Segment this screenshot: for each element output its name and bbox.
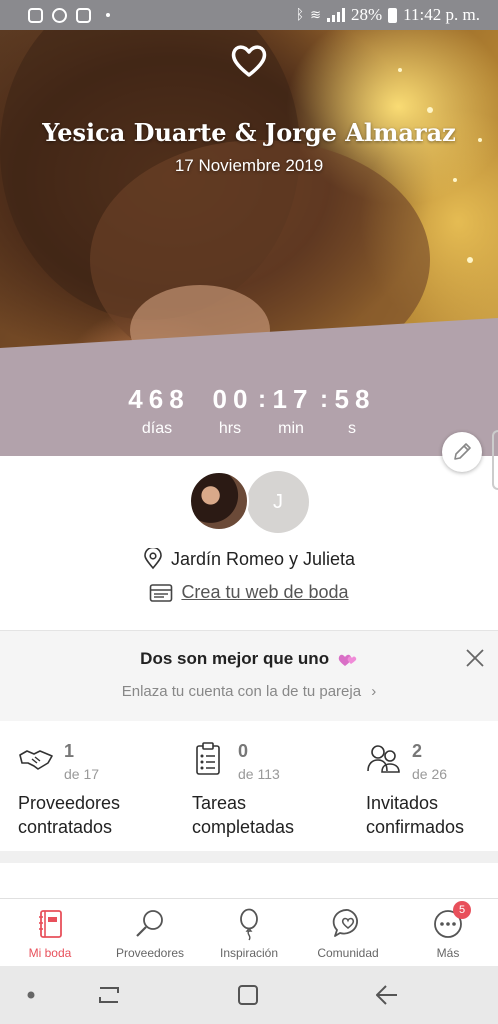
countdown-separator: : bbox=[258, 386, 266, 413]
signal-icon bbox=[327, 8, 345, 22]
stat-label: Invitados confirmados bbox=[366, 793, 465, 837]
countdown: 468 00 : 17 : 58 días hrs min s bbox=[0, 384, 498, 444]
nav-label: Inspiración bbox=[219, 946, 279, 960]
countdown-hours: 00 bbox=[212, 384, 254, 414]
stat-total: de 17 bbox=[64, 766, 100, 782]
stat-vendors[interactable]: 1 de 17 Proveedores contratados bbox=[18, 721, 184, 851]
nav-label: Comunidad bbox=[317, 946, 379, 960]
progress-summary: 1 de 17 Proveedores contratados 0 de 113… bbox=[0, 721, 498, 851]
stat-count: 2 bbox=[412, 741, 423, 761]
venue-row[interactable]: Jardín Romeo y Julieta bbox=[0, 548, 498, 570]
chat-heart-icon bbox=[332, 909, 358, 937]
countdown-seconds-label: s bbox=[348, 420, 356, 437]
status-bar: ᛒ ≋ 28% 11:42 p. m. bbox=[0, 0, 498, 30]
heart-icon bbox=[231, 45, 267, 77]
wedding-website-link[interactable]: Crea tu web de boda bbox=[0, 582, 498, 603]
notebook-icon bbox=[39, 910, 62, 938]
partner-card-title: Dos son mejor que uno bbox=[0, 649, 498, 669]
guests-icon bbox=[367, 745, 400, 773]
recent-apps-icon[interactable] bbox=[96, 984, 122, 1006]
dot-icon[interactable] bbox=[26, 990, 36, 1000]
scrollbar[interactable] bbox=[492, 430, 498, 490]
nav-item-proveedores[interactable]: Proveedores bbox=[100, 899, 200, 967]
countdown-hours-label: hrs bbox=[218, 420, 242, 437]
chevron-right-icon: › bbox=[371, 683, 377, 700]
pencil-icon bbox=[454, 443, 471, 460]
countdown-days: 468 bbox=[128, 384, 190, 414]
nav-item-inspiracion[interactable]: Inspiración bbox=[199, 899, 299, 967]
avatar[interactable] bbox=[189, 471, 249, 531]
battery-icon bbox=[388, 7, 398, 23]
stat-tasks[interactable]: 0 de 113 Tareas completadas bbox=[192, 721, 358, 851]
close-icon[interactable] bbox=[464, 647, 486, 669]
balloon-icon bbox=[240, 908, 258, 941]
stat-count: 1 bbox=[64, 741, 75, 761]
bottom-nav: Mi boda Proveedores Inspiración Comunida… bbox=[0, 898, 498, 966]
notification-badge: 5 bbox=[453, 901, 471, 919]
stat-total: de 113 bbox=[238, 766, 280, 782]
stat-total: de 26 bbox=[412, 766, 448, 782]
stat-guests[interactable]: 2 de 26 Invitados confirmados bbox=[366, 721, 498, 851]
stat-count: 0 bbox=[238, 741, 249, 761]
instagram-icon bbox=[76, 7, 91, 23]
venue-name: Jardín Romeo y Julieta bbox=[170, 548, 356, 569]
clock: 11:42 p. m. bbox=[403, 5, 480, 24]
partner-link-card[interactable]: Dos son mejor que uno Enlaza tu cuenta c… bbox=[0, 631, 498, 721]
nav-label: Proveedores bbox=[115, 946, 185, 960]
nav-item-mas[interactable]: 5 Más bbox=[398, 899, 498, 967]
stat-label: Tareas completadas bbox=[192, 793, 295, 837]
partner-avatar[interactable]: J bbox=[247, 471, 309, 533]
nav-item-mi-boda[interactable]: Mi boda bbox=[0, 899, 100, 967]
countdown-minutes-label: min bbox=[278, 420, 304, 437]
back-icon[interactable] bbox=[374, 983, 400, 1007]
clipboard-icon bbox=[196, 742, 220, 775]
pinterest-icon bbox=[52, 7, 67, 23]
edit-button[interactable] bbox=[442, 432, 482, 472]
instagram-icon bbox=[28, 7, 43, 23]
web-link-label[interactable]: Crea tu web de boda bbox=[181, 582, 348, 603]
system-nav-bar bbox=[0, 966, 498, 1024]
handshake-icon bbox=[19, 750, 53, 770]
couple-names: Yesica Duarte & Jorge Almaraz bbox=[42, 118, 456, 147]
countdown-seconds: 58 bbox=[334, 384, 376, 414]
dot-icon bbox=[106, 13, 110, 17]
search-icon bbox=[136, 910, 163, 937]
countdown-days-label: días bbox=[141, 420, 173, 437]
wifi-icon: ≋ bbox=[310, 7, 321, 23]
partner-card-link[interactable]: Enlaza tu cuenta con la de tu pareja › bbox=[0, 683, 498, 700]
countdown-separator: : bbox=[320, 386, 328, 413]
section-separator bbox=[0, 851, 498, 863]
bluetooth-icon: ᛒ bbox=[295, 7, 305, 23]
hearts-icon bbox=[338, 654, 357, 666]
home-icon[interactable] bbox=[236, 983, 260, 1007]
nav-label: Más bbox=[436, 946, 460, 960]
wedding-date: 17 Noviembre 2019 bbox=[174, 156, 324, 175]
nav-label: Mi boda bbox=[28, 946, 72, 960]
battery-percent: 28% bbox=[351, 5, 383, 24]
countdown-minutes: 17 bbox=[272, 384, 314, 414]
nav-item-comunidad[interactable]: Comunidad bbox=[298, 899, 398, 967]
stat-label: Proveedores contratados bbox=[18, 793, 121, 837]
browser-icon bbox=[150, 583, 173, 602]
location-pin-icon bbox=[144, 548, 162, 570]
